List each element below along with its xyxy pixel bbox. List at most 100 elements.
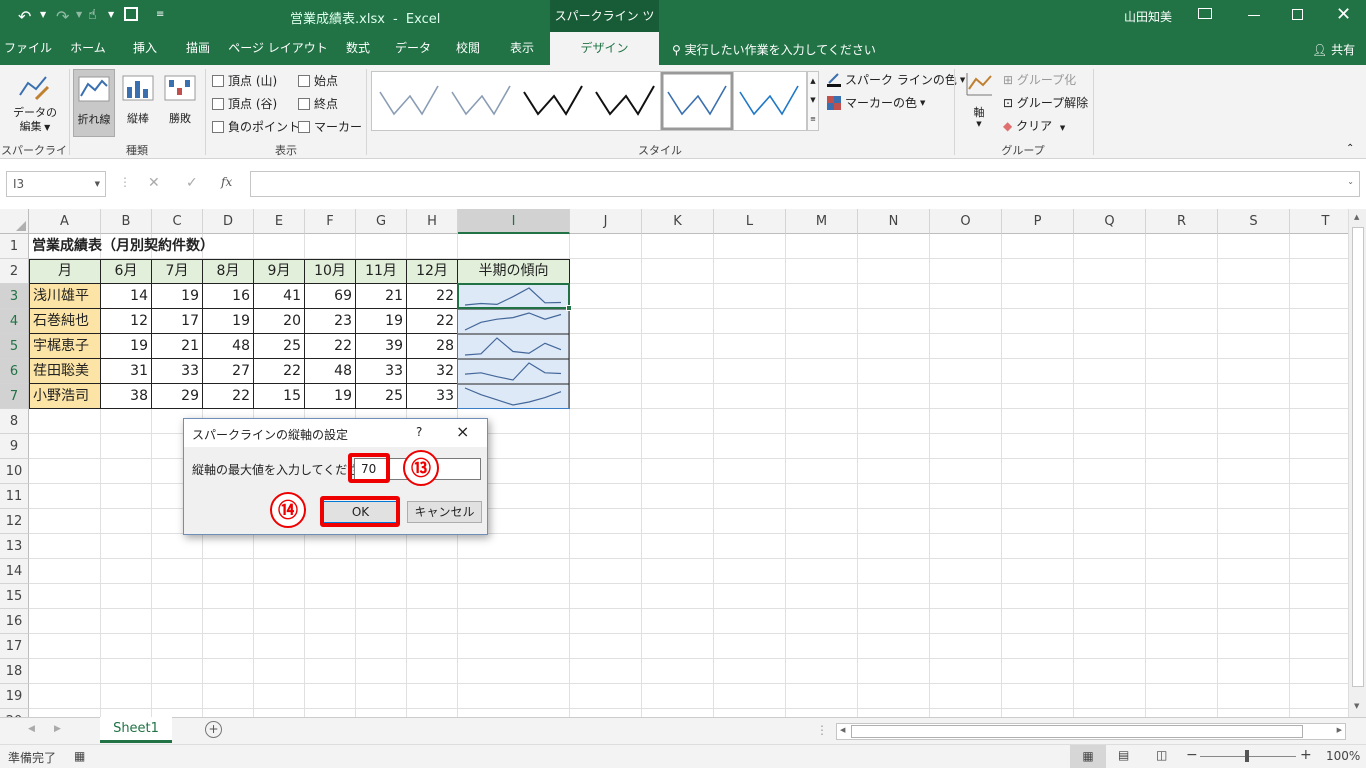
value-cell[interactable]: 22: [305, 334, 356, 359]
style-thumbnail-4[interactable]: [595, 85, 655, 116]
row-header-19[interactable]: 19: [0, 684, 29, 709]
row-header-4[interactable]: 4: [0, 309, 29, 334]
value-cell[interactable]: 21: [152, 334, 203, 359]
column-header-b[interactable]: B: [101, 209, 152, 234]
tab-draw[interactable]: 描画: [172, 32, 224, 65]
salesperson-name[interactable]: 浅川雄平: [29, 284, 101, 309]
salesperson-name[interactable]: 小野浩司: [29, 384, 101, 409]
row-header-8[interactable]: 8: [0, 409, 29, 434]
row-header-14[interactable]: 14: [0, 559, 29, 584]
value-cell[interactable]: 19: [203, 309, 254, 334]
gallery-more-icon[interactable]: ≡: [808, 110, 818, 129]
ungroup-button[interactable]: ⊡ グループ解除: [1003, 94, 1088, 111]
value-cell[interactable]: 38: [101, 384, 152, 409]
tab-review[interactable]: 校閲: [442, 32, 494, 65]
value-cell[interactable]: 19: [152, 284, 203, 309]
value-cell[interactable]: 22: [407, 284, 458, 309]
header-cell[interactable]: 6月: [101, 259, 152, 284]
column-header-p[interactable]: P: [1002, 209, 1074, 234]
value-cell[interactable]: 23: [305, 309, 356, 334]
value-cell[interactable]: 21: [356, 284, 407, 309]
type-column-button[interactable]: 縦棒: [117, 69, 159, 137]
share-button[interactable]: 👤︎ 共有: [1312, 41, 1355, 58]
fill-handle[interactable]: [566, 305, 572, 311]
undo-dropdown-icon[interactable]: ▼: [40, 10, 46, 19]
formula-expand-icon[interactable]: ⌄: [1347, 177, 1354, 186]
column-header-l[interactable]: L: [714, 209, 786, 234]
sheet-title[interactable]: 営業成績表（月別契約件数）: [29, 234, 217, 259]
value-cell[interactable]: 32: [407, 359, 458, 384]
prev-sheet-icon[interactable]: ◀: [28, 724, 35, 734]
value-cell[interactable]: 19: [356, 309, 407, 334]
column-header-s[interactable]: S: [1218, 209, 1290, 234]
tab-design[interactable]: デザイン: [550, 32, 659, 65]
header-cell[interactable]: 半期の傾向: [458, 259, 570, 284]
zoom-slider[interactable]: [1200, 750, 1296, 762]
show-last-checkbox[interactable]: 終点: [298, 95, 338, 112]
sheet-tab-sheet1[interactable]: Sheet1: [100, 717, 172, 743]
style-thumbnail-1[interactable]: [379, 85, 439, 116]
insert-function-icon[interactable]: fx: [221, 175, 232, 189]
row-header-7[interactable]: 7: [0, 384, 29, 409]
row-header-9[interactable]: 9: [0, 434, 29, 459]
tab-page-layout[interactable]: ページ レイアウト: [226, 32, 330, 65]
checkbox-last[interactable]: [298, 97, 310, 110]
vertical-scrollbar[interactable]: ▲ ▼: [1348, 209, 1366, 717]
tab-file[interactable]: ファイル: [0, 32, 56, 65]
type-line-button[interactable]: 折れ線: [73, 69, 115, 137]
value-cell[interactable]: 25: [356, 384, 407, 409]
redo-icon[interactable]: ↷: [56, 7, 69, 26]
minimize-icon[interactable]: [1248, 15, 1260, 16]
value-cell[interactable]: 14: [101, 284, 152, 309]
value-cell[interactable]: 22: [407, 309, 458, 334]
row-header-17[interactable]: 17: [0, 634, 29, 659]
row-header-13[interactable]: 13: [0, 534, 29, 559]
value-cell[interactable]: 33: [152, 359, 203, 384]
header-cell[interactable]: 11月: [356, 259, 407, 284]
select-all-corner[interactable]: [0, 209, 29, 234]
sparkline-color-button[interactable]: スパーク ラインの色 ▼: [826, 71, 965, 88]
column-header-c[interactable]: C: [152, 209, 203, 234]
row-header-16[interactable]: 16: [0, 609, 29, 634]
type-winloss-button[interactable]: 勝敗: [160, 69, 200, 137]
tab-insert[interactable]: 挿入: [118, 32, 172, 65]
show-negative-checkbox[interactable]: 負のポイント: [212, 118, 300, 135]
salesperson-name[interactable]: 石巻純也: [29, 309, 101, 334]
row-header-20[interactable]: 20: [0, 709, 29, 717]
salesperson-name[interactable]: 荏田聡美: [29, 359, 101, 384]
column-header-d[interactable]: D: [203, 209, 254, 234]
value-cell[interactable]: 19: [305, 384, 356, 409]
redo-dropdown-icon[interactable]: ▼: [76, 10, 82, 19]
active-cell-border[interactable]: [457, 283, 570, 309]
value-cell[interactable]: 31: [101, 359, 152, 384]
column-header-q[interactable]: Q: [1074, 209, 1146, 234]
value-cell[interactable]: 29: [152, 384, 203, 409]
value-cell[interactable]: 15: [254, 384, 305, 409]
touch-mode-icon[interactable]: ☝: [88, 7, 97, 23]
save-icon[interactable]: [124, 7, 138, 21]
formula-input[interactable]: ⌄: [250, 171, 1360, 197]
customize-qat-icon[interactable]: ≡: [156, 9, 164, 20]
value-cell[interactable]: 22: [254, 359, 305, 384]
column-header-k[interactable]: K: [642, 209, 714, 234]
checkbox-low[interactable]: [212, 97, 224, 110]
touch-dropdown-icon[interactable]: ▼: [108, 10, 114, 19]
gallery-scroll[interactable]: ▲ ▼ ≡: [807, 71, 819, 131]
checkbox-first[interactable]: [298, 74, 310, 87]
header-cell[interactable]: 8月: [203, 259, 254, 284]
row-header-11[interactable]: 11: [0, 484, 29, 509]
hscroll-right-icon[interactable]: ▶: [1337, 726, 1342, 734]
ribbon-display-icon[interactable]: [1198, 8, 1212, 19]
tab-formulas[interactable]: 数式: [332, 32, 384, 65]
zoom-slider-thumb[interactable]: [1245, 750, 1249, 762]
group-button[interactable]: ⊞ グループ化: [1003, 71, 1076, 88]
dialog-help-icon[interactable]: ?: [416, 425, 422, 439]
gallery-down-icon[interactable]: ▼: [808, 91, 818, 110]
column-header-f[interactable]: F: [305, 209, 356, 234]
scroll-up-icon[interactable]: ▲: [1354, 213, 1359, 221]
column-header-r[interactable]: R: [1146, 209, 1218, 234]
checkbox-markers[interactable]: [298, 120, 310, 133]
name-box-dropdown-icon[interactable]: ▼: [95, 172, 100, 196]
row-header-6[interactable]: 6: [0, 359, 29, 384]
show-high-checkbox[interactable]: 頂点 (山): [212, 72, 277, 89]
